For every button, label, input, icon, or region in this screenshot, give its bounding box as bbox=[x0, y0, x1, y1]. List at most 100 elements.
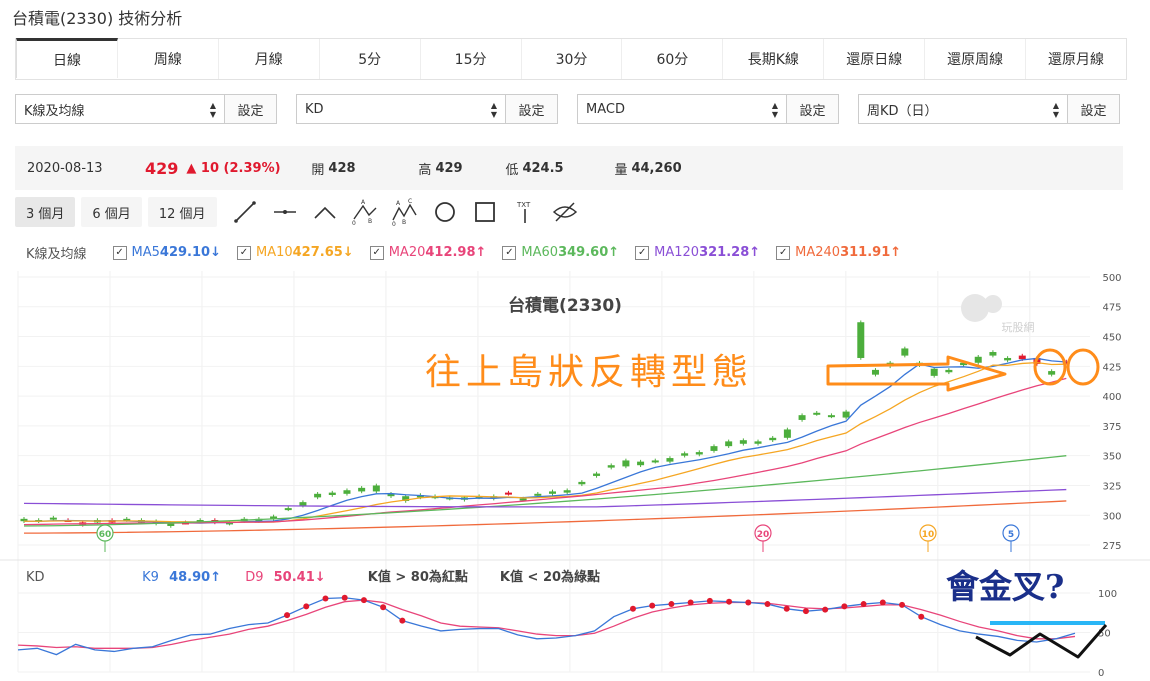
candle-body bbox=[974, 356, 982, 363]
ma-name: MA120 bbox=[654, 245, 700, 260]
ma-legend-ma20[interactable]: ✓ MA20 412.98↑ bbox=[369, 245, 487, 260]
ma-value: 412.98↑ bbox=[425, 245, 487, 260]
ma-legend-ma120[interactable]: ✓ MA120 321.28↑ bbox=[635, 245, 760, 260]
candle-body bbox=[534, 493, 542, 496]
settings-button-2[interactable]: 設定 bbox=[787, 94, 839, 124]
kd-red-dot bbox=[822, 606, 829, 613]
svg-text:B: B bbox=[402, 219, 406, 226]
kd-red-dot bbox=[687, 599, 694, 606]
watermark-icon bbox=[984, 295, 1002, 313]
ma-value: 349.60↑ bbox=[558, 245, 620, 260]
indicator-select-1[interactable]: KD ▲ ▼ bbox=[296, 94, 506, 124]
checkbox-icon[interactable]: ✓ bbox=[776, 245, 791, 260]
candle-body bbox=[593, 473, 601, 476]
tab-10[interactable]: 還原月線 bbox=[1026, 39, 1126, 79]
price-tick-label: 275 bbox=[1102, 541, 1121, 552]
kd-red-dot bbox=[745, 599, 752, 606]
price-tick-label: 450 bbox=[1102, 333, 1121, 344]
ma-value: 427.65↓ bbox=[292, 245, 354, 260]
price-chart[interactable]: 500475450425400375350325300275100500台積電(… bbox=[0, 262, 1150, 681]
tab-3[interactable]: 5分 bbox=[320, 39, 421, 79]
quote-change: ▲ 10 (2.39%) bbox=[186, 160, 281, 176]
high-label: 高 bbox=[418, 162, 432, 178]
ma-legend-ma60[interactable]: ✓ MA60 349.60↑ bbox=[502, 245, 619, 260]
range-button-1[interactable]: 6 個月 bbox=[81, 197, 142, 227]
candle-body bbox=[49, 517, 57, 520]
wedge-tool-icon[interactable] bbox=[310, 198, 340, 226]
kd-red-dot bbox=[918, 613, 925, 620]
kd-red-dot bbox=[860, 601, 867, 608]
checkbox-icon[interactable]: ✓ bbox=[236, 245, 251, 260]
svg-text:0: 0 bbox=[392, 221, 396, 226]
tab-4[interactable]: 15分 bbox=[421, 39, 522, 79]
kd-red-dot bbox=[341, 594, 348, 601]
checkbox-icon[interactable]: ✓ bbox=[369, 245, 384, 260]
tab-8[interactable]: 還原日線 bbox=[824, 39, 926, 79]
circle-tool-icon[interactable] bbox=[430, 198, 460, 226]
segment-tool-icon[interactable] bbox=[270, 198, 300, 226]
indicator-select-3[interactable]: 周KD（日） ▲ ▼ bbox=[858, 94, 1068, 124]
price-tick-label: 500 bbox=[1102, 273, 1121, 284]
candle-body bbox=[783, 429, 791, 438]
tab-5[interactable]: 30分 bbox=[522, 39, 623, 79]
ma-legend-ma240[interactable]: ✓ MA240 311.91↑ bbox=[776, 245, 901, 260]
text-tool-icon[interactable]: TXT bbox=[510, 198, 540, 226]
select-value: MACD bbox=[586, 101, 625, 117]
checkbox-icon[interactable]: ✓ bbox=[502, 245, 517, 260]
settings-button-1[interactable]: 設定 bbox=[506, 94, 558, 124]
d-line bbox=[17, 599, 1076, 649]
candle-body bbox=[578, 481, 586, 485]
tab-1[interactable]: 周線 bbox=[118, 39, 219, 79]
kd-red-dot bbox=[899, 601, 906, 608]
kd-red-dot bbox=[802, 608, 809, 615]
range-button-0[interactable]: 3 個月 bbox=[15, 197, 76, 227]
quote-date: 2020-08-13 bbox=[27, 160, 103, 176]
kd-red-dot bbox=[783, 605, 790, 612]
candle-body bbox=[813, 412, 821, 415]
candle-body bbox=[622, 460, 630, 467]
checkbox-icon[interactable]: ✓ bbox=[112, 245, 127, 260]
checkbox-icon[interactable]: ✓ bbox=[635, 245, 650, 260]
tab-9[interactable]: 還原周線 bbox=[925, 39, 1027, 79]
ma-name: MA60 bbox=[521, 245, 559, 260]
kd-title: KD bbox=[26, 570, 45, 585]
rectangle-tool-icon[interactable] bbox=[470, 198, 500, 226]
indicator-select-2[interactable]: MACD ▲ ▼ bbox=[577, 94, 787, 124]
tab-2[interactable]: 月線 bbox=[219, 39, 320, 79]
ma-name: MA20 bbox=[388, 245, 426, 260]
settings-button-3[interactable]: 設定 bbox=[1068, 94, 1120, 124]
tab-7[interactable]: 長期K線 bbox=[723, 39, 825, 79]
ma-marker-label: 20 bbox=[757, 530, 770, 540]
ma-value: 429.10↓ bbox=[159, 245, 221, 260]
abcd-pattern-icon[interactable]: AC 0 B bbox=[390, 198, 420, 226]
svg-text:0: 0 bbox=[352, 220, 356, 226]
line-tool-icon[interactable] bbox=[230, 198, 260, 226]
candle-body bbox=[563, 490, 571, 493]
kd-red-dot bbox=[764, 601, 771, 608]
ma-value: 321.28↑ bbox=[699, 245, 761, 260]
select-value: KD bbox=[305, 101, 324, 117]
ma-name: MA240 bbox=[795, 245, 841, 260]
price-tick-label: 425 bbox=[1102, 362, 1121, 373]
price-tick-label: 400 bbox=[1102, 392, 1121, 403]
svg-text:B: B bbox=[368, 218, 372, 225]
candle-body bbox=[1048, 371, 1056, 375]
open-label: 開 bbox=[311, 162, 325, 178]
indicator-select-0[interactable]: K線及均線 ▲ ▼ bbox=[15, 94, 225, 124]
settings-button-0[interactable]: 設定 bbox=[225, 94, 277, 124]
tab-0[interactable]: 日線 bbox=[16, 38, 118, 78]
candle-body bbox=[1018, 355, 1026, 360]
hide-drawings-icon[interactable] bbox=[550, 198, 580, 226]
ma240-line bbox=[23, 500, 1067, 534]
ma-legend-ma10[interactable]: ✓ MA10 427.65↓ bbox=[236, 245, 354, 260]
range-button-2[interactable]: 12 個月 bbox=[147, 197, 217, 227]
ma-name: MA10 bbox=[255, 245, 293, 260]
candle-body bbox=[519, 498, 527, 501]
abc-pattern-icon[interactable]: A 0 B bbox=[350, 198, 380, 226]
select-arrow-icon: ▲ ▼ bbox=[490, 101, 497, 119]
candle-body bbox=[842, 411, 850, 418]
ma-legend-ma5[interactable]: ✓ MA5 429.10↓ bbox=[112, 245, 221, 260]
open-value: 428 bbox=[328, 160, 356, 176]
tab-6[interactable]: 60分 bbox=[622, 39, 724, 79]
low-label: 低 bbox=[505, 162, 519, 178]
